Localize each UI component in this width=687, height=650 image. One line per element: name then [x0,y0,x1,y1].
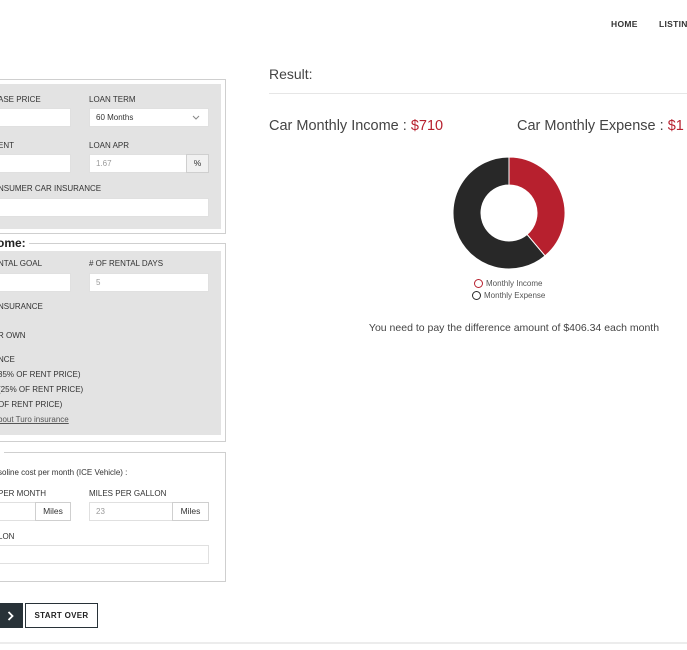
turo-insurance-heading: NCE [0,355,15,364]
loan-apr-label: LOAN APR [89,141,130,150]
legend-expense-marker [472,291,481,300]
nav-home[interactable]: HOME [611,19,638,29]
gas-cost-note: soline cost per month (ICE Vehicle) : [0,468,128,477]
down-payment-input[interactable] [0,154,71,173]
legend-expense-label: Monthly Expense [484,291,546,300]
insurance-label: NSUMER CAR INSURANCE [0,184,102,193]
monthly-expense-metric: Car Monthly Expense : $1 [517,118,684,134]
monthly-expense-label: Car Monthly Expense : [517,118,668,134]
insurance-input[interactable] [0,198,209,217]
loan-term-value: 60 Months [96,113,134,122]
gallon-price-input[interactable] [0,545,209,564]
mpg-input[interactable]: 23 [89,502,173,521]
insurance-option-35[interactable]: 35% OF RENT PRICE) [0,370,81,379]
down-payment-label: ENT [0,141,14,150]
legend-monthly-expense: Monthly Expense [472,291,545,300]
gallon-price-label: LON [0,532,15,541]
legend-income-marker [474,279,483,288]
monthly-income-label: Car Monthly Income : [269,118,411,134]
rental-goal-label: NTAL GOAL [0,259,43,268]
turo-insurance-label: NSURANCE [0,302,43,311]
rental-days-label: # OF RENTAL DAYS [89,259,164,268]
monthly-income-value: $710 [410,118,444,134]
legend-income-label: Monthly Income [486,279,543,288]
insurance-option-25[interactable]: (25% OF RENT PRICE) [0,385,83,394]
mpg-label: MILES PER GALLON [89,489,167,498]
purchase-price-input[interactable] [0,108,71,127]
own-insurance-option[interactable]: R OWN [0,331,26,340]
next-button[interactable] [0,603,23,628]
loan-term-label: LOAN TERM [89,95,136,104]
difference-summary: You need to pay the difference amount of… [368,322,660,334]
chevron-down-icon [192,115,200,120]
mpg-unit-addon: Miles [172,502,209,521]
chevron-right-icon [7,610,14,621]
income-legend: ome: [0,236,29,250]
legend-monthly-income: Monthly Income [474,279,542,288]
percent-addon: % [186,154,209,173]
rental-days-input[interactable]: 5 [89,273,209,292]
start-over-button[interactable]: START OVER [25,603,98,628]
rental-goal-input[interactable] [0,273,71,292]
loan-term-select[interactable]: 60 Months [89,108,209,127]
purchase-price-label: ASE PRICE [0,95,41,104]
miles-unit-addon: Miles [35,502,71,521]
loan-apr-input[interactable]: 1.67 [89,154,187,173]
turo-insurance-link[interactable]: bout Turo insurance [0,415,69,424]
result-divider [269,93,687,94]
miles-per-month-input[interactable] [0,502,36,521]
miles-per-month-label: PER MONTH [0,489,46,498]
result-title: Result: [269,66,313,82]
insurance-option-15[interactable]: OF RENT PRICE) [0,400,62,409]
footer-divider [0,642,687,644]
nav-listings[interactable]: LISTING [659,19,687,29]
expense-legend: : [0,444,4,458]
monthly-income-metric: Car Monthly Income : $710 [269,118,443,134]
income-expense-donut-chart [452,156,566,270]
monthly-expense-value: $1 [667,118,684,134]
